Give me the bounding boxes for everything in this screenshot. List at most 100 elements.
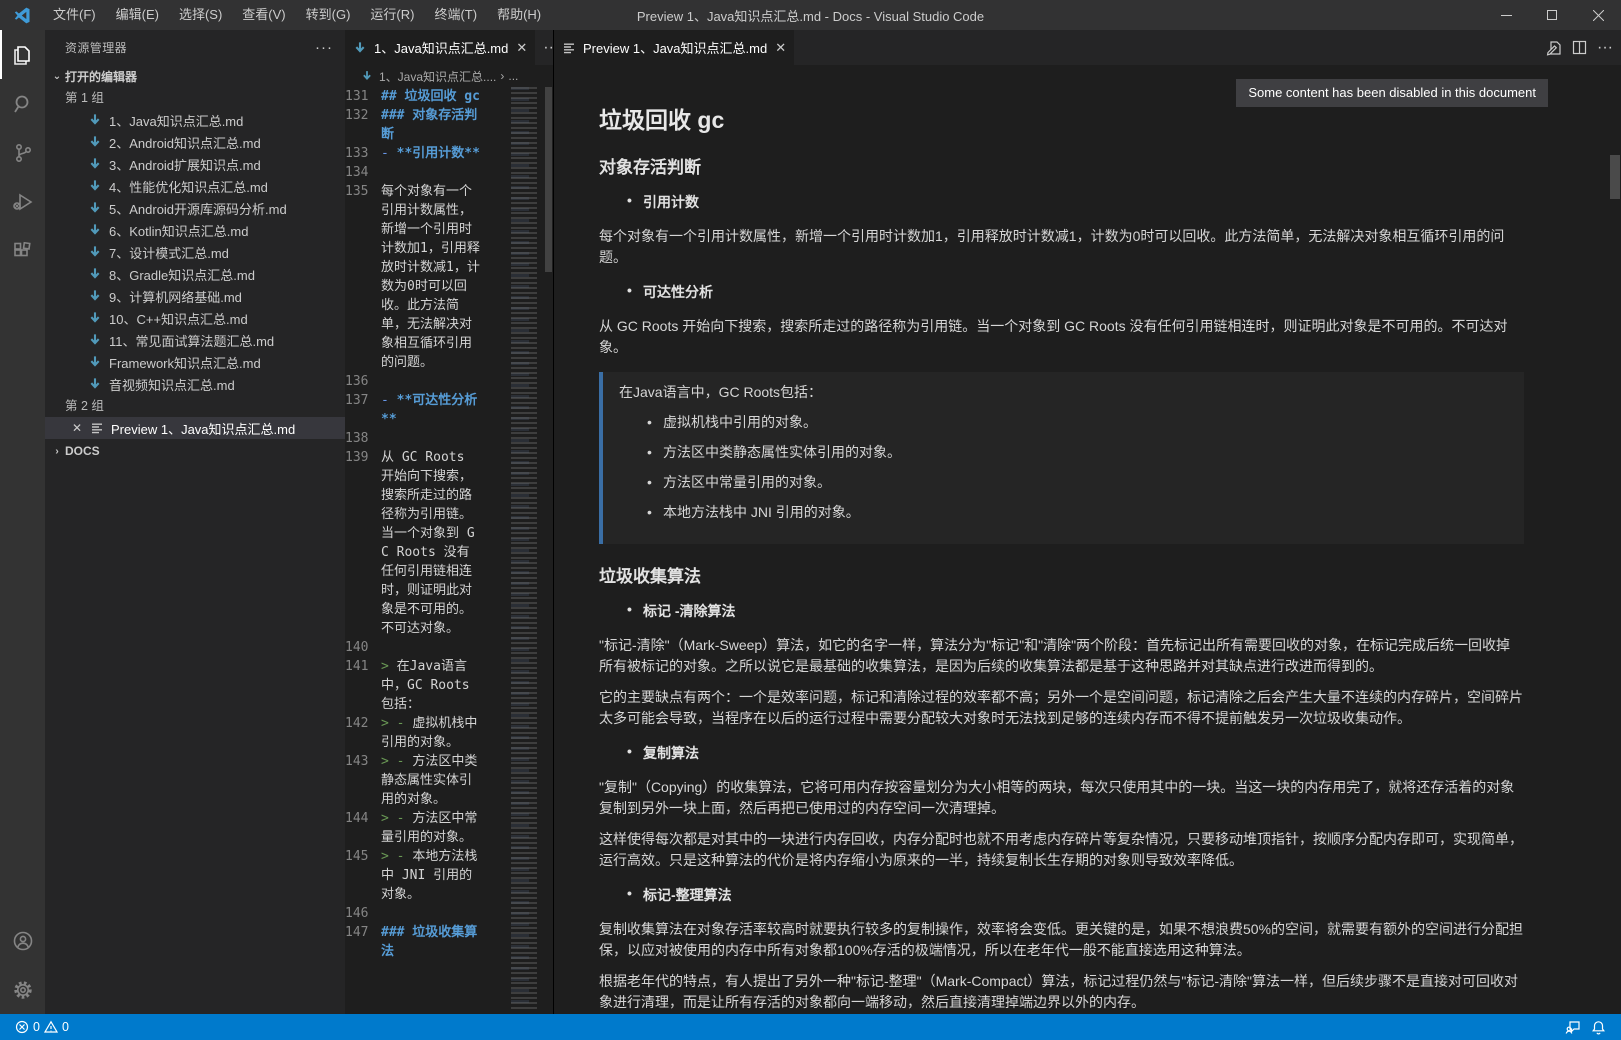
open-editor-item[interactable]: 3、Android扩展知识点.md bbox=[45, 153, 345, 175]
close-icon[interactable]: ✕ bbox=[69, 421, 85, 435]
vscode-window: 文件(F)编辑(E)选择(S)查看(V)转到(G)运行(R)终端(T)帮助(H)… bbox=[0, 0, 1621, 1040]
open-editors-section[interactable]: ⌄ 打开的编辑器 bbox=[45, 65, 345, 87]
list-item-text: 可达性分析 bbox=[643, 282, 713, 302]
open-editor-label: 7、设计模式汇总.md bbox=[109, 243, 229, 262]
run-debug-icon[interactable] bbox=[0, 177, 45, 226]
open-source-icon[interactable] bbox=[1546, 40, 1562, 56]
source-control-icon[interactable] bbox=[0, 128, 45, 177]
line-number: 146 bbox=[345, 904, 381, 923]
line-number: 135 bbox=[345, 182, 381, 372]
line-number: 136 bbox=[345, 372, 381, 391]
menu-item[interactable]: 运行(R) bbox=[361, 0, 423, 30]
menu-item[interactable]: 查看(V) bbox=[233, 0, 294, 30]
minimize-button[interactable] bbox=[1483, 0, 1529, 30]
close-window-button[interactable] bbox=[1575, 0, 1621, 30]
tab-java-md-source[interactable]: 1、Java知识点汇总.md ✕ bbox=[345, 30, 535, 65]
markdown-file-icon bbox=[87, 288, 103, 304]
sidebar-more-actions[interactable]: ··· bbox=[315, 39, 333, 56]
open-editor-item[interactable]: 4、性能优化知识点汇总.md bbox=[45, 175, 345, 197]
breadcrumb-file[interactable]: 1、Java知识点汇总.... bbox=[379, 68, 496, 85]
code-line: 142> - 虚拟机栈中引用的对象。 bbox=[345, 714, 507, 752]
menu-item[interactable]: 文件(F) bbox=[44, 0, 105, 30]
open-editor-item[interactable]: 2、Android知识点汇总.md bbox=[45, 131, 345, 153]
breadcrumb-separator: › bbox=[500, 69, 504, 83]
open-editor-label: 9、计算机网络基础.md bbox=[109, 287, 242, 306]
source-scroll-thumb[interactable] bbox=[545, 87, 552, 272]
code-line: 140 bbox=[345, 638, 507, 657]
code-line: 136 bbox=[345, 372, 507, 391]
window-title: Preview 1、Java知识点汇总.md - Docs - Visual S… bbox=[637, 6, 984, 25]
preview-scroll-thumb[interactable] bbox=[1610, 155, 1620, 199]
code-line: 131## 垃圾回收 gc bbox=[345, 87, 507, 106]
code-line: 137- **可达性分析** bbox=[345, 391, 507, 429]
source-code-area[interactable]: 131## 垃圾回收 gc132### 对象存活判断133- **引用计数**1… bbox=[345, 87, 507, 1014]
close-tab-icon[interactable]: ✕ bbox=[775, 40, 786, 56]
preview-paragraph: 复制收集算法在对象存活率较高时就要执行较多的复制操作，效率将会变低。更关键的是，… bbox=[599, 919, 1524, 961]
markdown-file-icon bbox=[353, 40, 368, 55]
menu-item[interactable]: 编辑(E) bbox=[107, 0, 168, 30]
bullet-icon: • bbox=[627, 743, 643, 763]
explorer-icon[interactable] bbox=[0, 30, 45, 79]
warning-icon bbox=[44, 1020, 58, 1034]
settings-gear-icon[interactable] bbox=[0, 965, 45, 1014]
markdown-file-icon bbox=[87, 178, 103, 194]
maximize-button[interactable] bbox=[1529, 0, 1575, 30]
open-editor-item[interactable]: 8、Gradle知识点汇总.md bbox=[45, 263, 345, 285]
bullet-icon: • bbox=[647, 442, 663, 463]
open-editor-item[interactable]: 音视频知识点汇总.md bbox=[45, 373, 345, 395]
open-editor-item[interactable]: 6、Kotlin知识点汇总.md bbox=[45, 219, 345, 241]
markdown-file-icon bbox=[87, 112, 103, 128]
preview-paragraph: 它的主要缺点有两个：一个是效率问题，标记和清除过程的效率都不高；另外一个是空间问… bbox=[599, 687, 1524, 729]
bullet-icon: • bbox=[647, 502, 663, 523]
notifications-bell-icon[interactable] bbox=[1586, 1014, 1611, 1040]
docs-folder-section[interactable]: › DOCS bbox=[45, 440, 345, 462]
preview-more-actions[interactable]: ··· bbox=[1597, 39, 1613, 57]
preview-paragraph: "复制"（Copying）的收集算法，它将可用内存按容量划分为大小相等的两块，每… bbox=[599, 777, 1524, 819]
markdown-file-icon bbox=[87, 266, 103, 282]
open-editor-item[interactable]: 5、Android开源库源码分析.md bbox=[45, 197, 345, 219]
menu-item[interactable]: 选择(S) bbox=[170, 0, 231, 30]
line-number: 139 bbox=[345, 448, 381, 638]
open-editor-item[interactable]: Framework知识点汇总.md bbox=[45, 351, 345, 373]
open-editor-item[interactable]: 1、Java知识点汇总.md bbox=[45, 109, 345, 131]
open-editor-item[interactable]: 9、计算机网络基础.md bbox=[45, 285, 345, 307]
code-line: 139从 GC Roots 开始向下搜索，搜索所走过的路径称为引用链。当一个对象… bbox=[345, 448, 507, 638]
open-editor-item[interactable]: 11、常见面试算法题汇总.md bbox=[45, 329, 345, 351]
line-content bbox=[381, 429, 481, 448]
line-content: ### 垃圾收集算法 bbox=[381, 923, 481, 961]
explorer-sidebar: 资源管理器 ··· ⌄ 打开的编辑器 第 1 组 1、Java知识点汇总.md2… bbox=[45, 30, 345, 1014]
tab-java-md-preview[interactable]: Preview 1、Java知识点汇总.md ✕ bbox=[554, 30, 794, 65]
account-icon[interactable] bbox=[0, 916, 45, 965]
bullet-icon: • bbox=[627, 885, 643, 905]
line-number: 131 bbox=[345, 87, 381, 106]
extensions-icon[interactable] bbox=[0, 226, 45, 275]
search-icon[interactable] bbox=[0, 79, 45, 128]
menu-item[interactable]: 终端(T) bbox=[425, 0, 486, 30]
open-editor-item[interactable]: 10、C++知识点汇总.md bbox=[45, 307, 345, 329]
vscode-logo-icon bbox=[0, 7, 44, 24]
blockquote-list-item: •方法区中常量引用的对象。 bbox=[647, 472, 1508, 493]
error-icon bbox=[15, 1020, 29, 1034]
line-content: 从 GC Roots 开始向下搜索，搜索所走过的路径称为引用链。当一个对象到 G… bbox=[381, 448, 481, 638]
problems-status[interactable]: 0 0 bbox=[10, 1014, 74, 1040]
content-disabled-notice: Some content has been disabled in this d… bbox=[1236, 79, 1548, 107]
source-scrollbar[interactable] bbox=[544, 87, 553, 1014]
editor-more-actions[interactable]: ··· bbox=[543, 39, 553, 57]
preview-tab-bar: Preview 1、Java知识点汇总.md ✕ ··· bbox=[554, 30, 1621, 65]
preview-paragraph: 每个对象有一个引用计数属性，新增一个引用时计数加1，引用释放时计数减1，计数为0… bbox=[599, 226, 1524, 268]
minimap[interactable] bbox=[511, 87, 543, 1010]
open-editor-label: 5、Android开源库源码分析.md bbox=[109, 199, 287, 218]
breadcrumb-symbol[interactable]: ... bbox=[508, 69, 518, 83]
code-line: 144> - 方法区中常量引用的对象。 bbox=[345, 809, 507, 847]
split-editor-icon[interactable] bbox=[1572, 40, 1587, 55]
line-content: ### 对象存活判断 bbox=[381, 106, 481, 144]
open-editor-item[interactable]: 7、设计模式汇总.md bbox=[45, 241, 345, 263]
close-tab-icon[interactable]: ✕ bbox=[516, 40, 527, 56]
menu-item[interactable]: 帮助(H) bbox=[488, 0, 550, 30]
line-content bbox=[381, 638, 481, 657]
line-content bbox=[381, 372, 481, 391]
feedback-icon[interactable] bbox=[1560, 1014, 1586, 1040]
sidebar-title: 资源管理器 bbox=[65, 39, 315, 56]
open-editor-item-preview[interactable]: ✕ Preview 1、Java知识点汇总.md bbox=[45, 417, 345, 439]
menu-item[interactable]: 转到(G) bbox=[297, 0, 360, 30]
